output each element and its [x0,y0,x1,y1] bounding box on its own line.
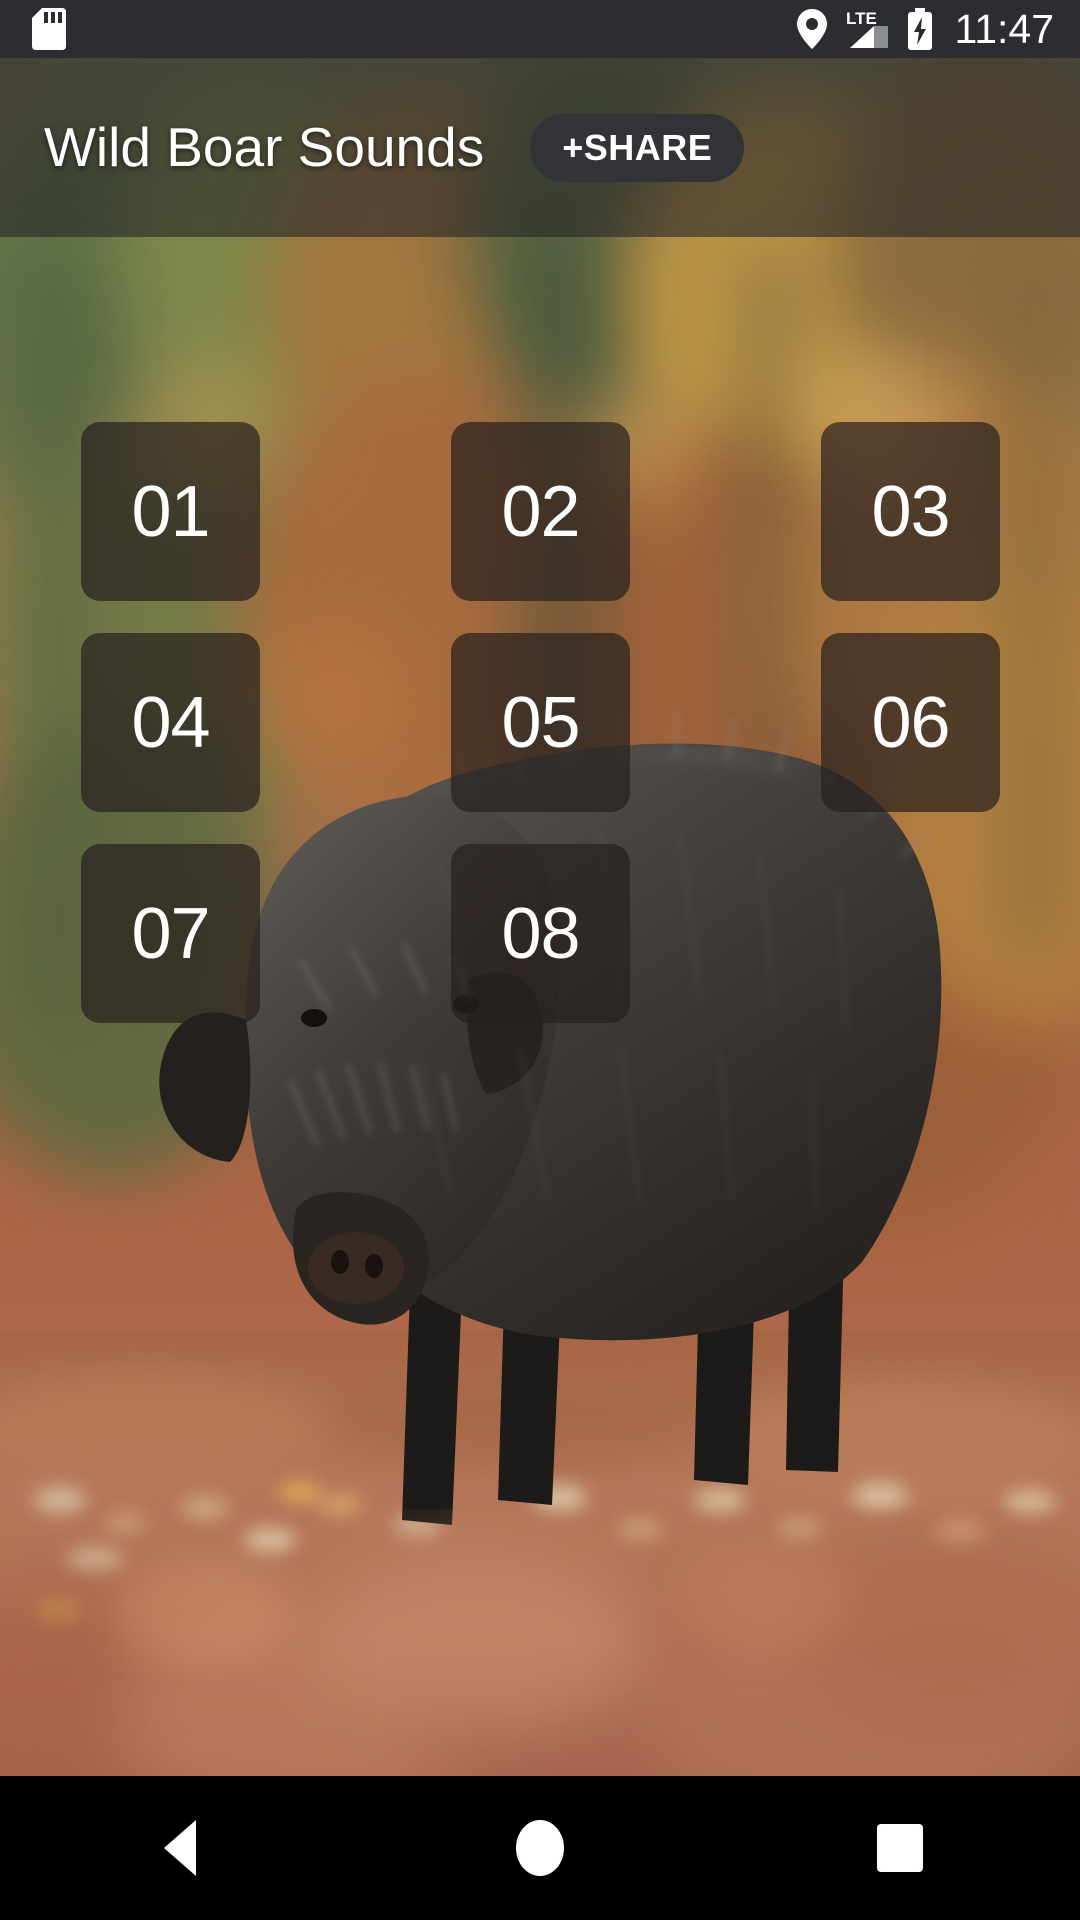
app-bar: Wild Boar Sounds +SHARE [0,58,1080,237]
sound-tile-06[interactable]: 06 [821,633,1000,812]
sound-tile-label: 01 [131,471,210,552]
nav-back-button[interactable] [95,1776,265,1920]
status-bar: LTE 11:47 [0,0,1080,58]
sound-tile-label: 08 [501,893,580,974]
phone-screen: Wild Boar Sounds +SHARE 01 02 03 04 05 0… [0,0,1080,1920]
sound-tile-02[interactable]: 02 [451,422,630,601]
status-clock: 11:47 [954,5,1054,52]
sound-tile-label: 02 [501,471,580,552]
nav-recents-button[interactable] [815,1776,985,1920]
sound-tile-03[interactable]: 03 [821,422,1000,601]
sound-tile-05[interactable]: 05 [451,633,630,812]
sound-tile-grid: 01 02 03 04 05 06 07 08 [81,422,1000,1023]
sound-tile-04[interactable]: 04 [81,633,260,812]
sound-tile-01[interactable]: 01 [81,422,260,601]
location-pin-icon [797,9,828,49]
sound-tile-label: 06 [871,682,950,763]
signal-bars-icon: LTE [846,9,889,48]
nav-home-button[interactable] [455,1776,625,1920]
back-triangle-icon [164,1820,196,1876]
status-icons-group: LTE 11:47 [797,8,1054,50]
sound-tile-label: 05 [501,682,580,763]
sound-tile-label: 07 [131,893,210,974]
svg-text:LTE: LTE [846,9,877,28]
battery-charging-icon [908,8,933,50]
sound-tile-label: 04 [131,682,210,763]
sound-tile-07[interactable]: 07 [81,844,260,1023]
page-title: Wild Boar Sounds [44,116,485,178]
sound-tile-08[interactable]: 08 [451,844,630,1023]
share-button-label: +SHARE [562,126,713,168]
home-circle-icon [516,1820,564,1876]
sd-card-icon [32,8,66,50]
navigation-bar [0,1776,1080,1920]
recents-square-icon [877,1824,923,1872]
sound-tile-label: 03 [871,471,950,552]
share-button[interactable]: +SHARE [530,113,745,182]
